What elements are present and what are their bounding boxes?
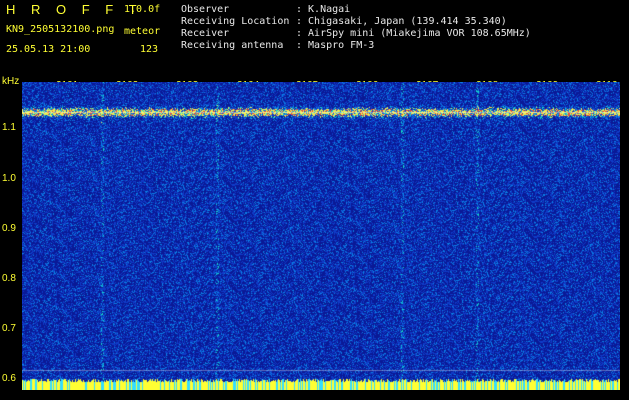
app-version: 1.0.0f [124, 4, 161, 15]
y-tick-0-6: 0.6 [2, 373, 16, 384]
app-brand: H R O F F T [6, 2, 143, 17]
y-tick-1-0: 1.0 [2, 173, 16, 184]
observer-label: Observer [181, 4, 230, 15]
observer-value: : K.Nagai [296, 4, 351, 15]
image-filename: KN9_2505132100.png [6, 24, 115, 35]
event-count: 123 [140, 44, 159, 55]
y-tick-0-8: 0.8 [2, 273, 16, 284]
y-tick-0-9: 0.9 [2, 223, 16, 234]
antenna-label: Receiving antenna [181, 40, 284, 51]
observation-datetime: 25.05.13 21:00 [6, 44, 91, 55]
y-tick-1-1: 1.1 [2, 122, 16, 133]
location-value: : Chigasaki, Japan (139.414 35.340) [296, 16, 507, 27]
antenna-value: : Maspro FM-3 [296, 40, 375, 51]
spectrogram [22, 82, 620, 390]
location-label: Receiving Location [181, 16, 290, 27]
receiver-label: Receiver [181, 28, 230, 39]
receiver-value: : AirSpy mini (Miakejima VOR 108.65MHz) [296, 28, 531, 39]
header: H R O F F T 1.0.0f KN9_2505132100.png me… [0, 0, 629, 78]
detection-mode: meteor [124, 26, 161, 37]
spectrogram-canvas [22, 82, 620, 390]
y-tick-0-7: 0.7 [2, 323, 16, 334]
